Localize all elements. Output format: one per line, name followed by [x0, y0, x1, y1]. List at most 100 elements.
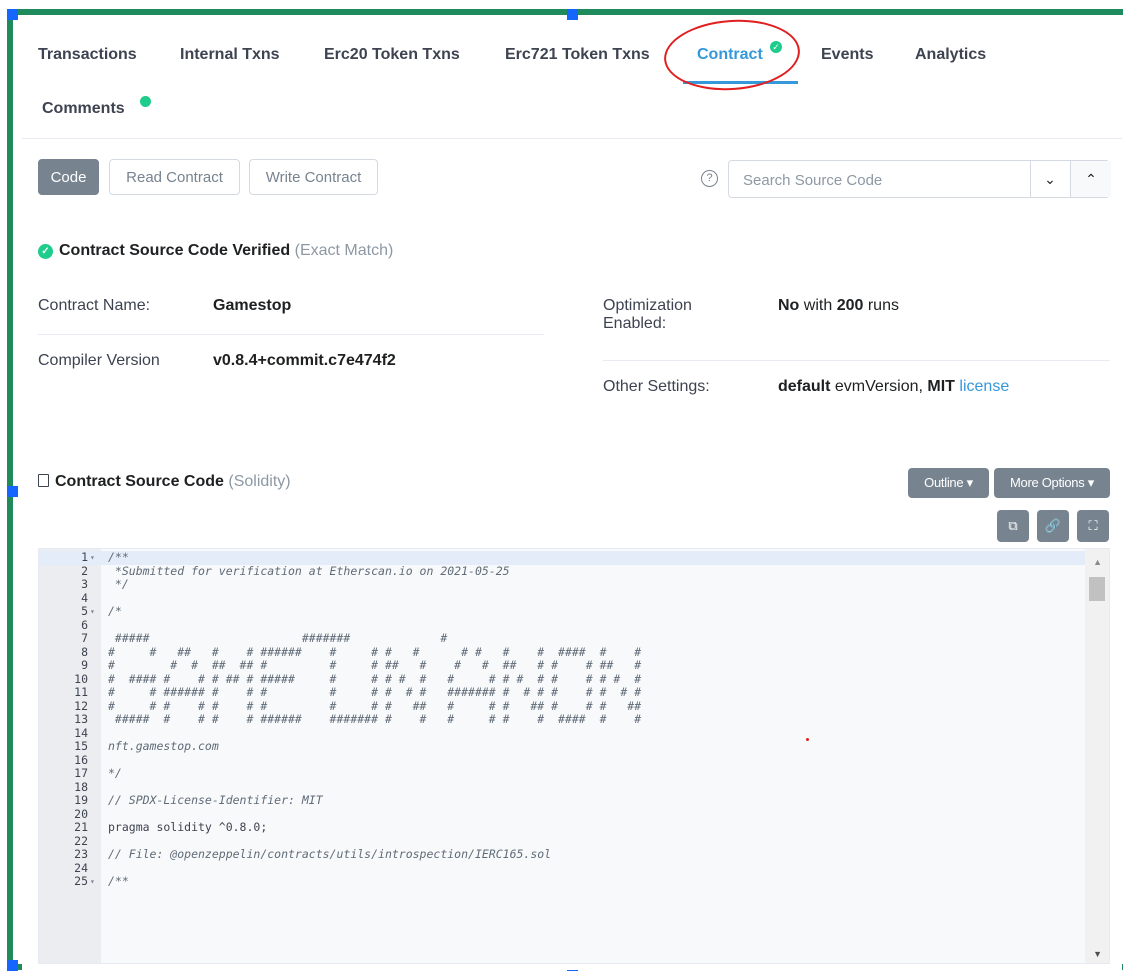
- vertical-scrollbar[interactable]: ▲ ▼: [1085, 549, 1109, 963]
- source-code-title: Contract Source Code (Solidity): [38, 473, 291, 491]
- file-icon: [38, 474, 49, 487]
- red-dot-mark: [806, 738, 809, 741]
- search-input[interactable]: [729, 161, 1045, 199]
- optimization-label: Optimization Enabled:: [603, 297, 692, 333]
- code-line: 22: [39, 833, 1085, 849]
- chevron-down-icon[interactable]: ⌄: [1031, 161, 1069, 197]
- line-number: 3: [81, 577, 88, 591]
- line-number: 11: [74, 685, 88, 699]
- code-line: 15 nft.gamestop.com: [39, 739, 1085, 754]
- line-number: 22: [74, 833, 88, 848]
- code-text: ##### # # # # ###### ####### # # # # # #…: [108, 712, 642, 726]
- more-options-label: More Options: [1010, 475, 1085, 490]
- link-icon[interactable]: 🔗: [1037, 510, 1069, 542]
- fold-arrow-icon[interactable]: ▾: [90, 551, 95, 565]
- code-text: /**: [108, 550, 129, 564]
- comments-notification-dot: [140, 96, 151, 107]
- verified-banner: ✓ Contract Source Code Verified (Exact Ma…: [38, 242, 393, 260]
- code-line: 13 ##### # # # # ###### ####### # # # # …: [39, 712, 1085, 727]
- fold-arrow-icon[interactable]: ▾: [90, 875, 95, 889]
- scroll-up-icon[interactable]: ▲: [1093, 557, 1102, 567]
- line-number: 13: [74, 712, 88, 726]
- code-line: 10 # #### # # # ## # ##### # # # # # # # …: [39, 672, 1085, 687]
- more-options-button[interactable]: More Options ▾: [994, 468, 1110, 498]
- line-number: 2: [81, 563, 88, 578]
- line-number: 6: [81, 617, 88, 632]
- search-source-code: ⌄ ⌃: [728, 160, 1111, 199]
- code-text: // File: @openzeppelin/contracts/utils/i…: [108, 847, 552, 861]
- line-number: 7: [81, 631, 88, 645]
- code-text: pragma solidity ^0.8.0;: [108, 820, 268, 834]
- optimization-runs-word: runs: [867, 297, 899, 314]
- license-link[interactable]: license: [959, 378, 1009, 395]
- code-text: # # ###### # # # # # # # # ####### # # #…: [108, 685, 642, 699]
- code-line: 19 // SPDX-License-Identifier: MIT: [39, 793, 1085, 808]
- code-text: */: [108, 766, 122, 780]
- resize-handle-top-middle[interactable]: [567, 9, 578, 20]
- contract-name-value: Gamestop: [213, 297, 292, 314]
- tab-comments[interactable]: Comments: [42, 100, 125, 118]
- tab-analytics[interactable]: Analytics: [915, 46, 986, 64]
- line-number: 16: [74, 752, 88, 767]
- outline-button[interactable]: Outline ▾: [908, 468, 989, 498]
- tab-erc721-token-txns[interactable]: Erc721 Token Txns: [505, 46, 650, 64]
- line-number: 18: [74, 779, 88, 794]
- code-line: 11 # # ###### # # # # # # # # ####### # #…: [39, 685, 1085, 700]
- chevron-up-icon[interactable]: ⌃: [1070, 161, 1111, 197]
- line-number: 20: [74, 806, 88, 821]
- outline-label: Outline: [924, 475, 964, 490]
- optimization-with: with: [803, 297, 833, 314]
- other-evm: evmVersion,: [834, 378, 923, 395]
- other-mit: MIT: [927, 378, 955, 395]
- code-line: 16: [39, 752, 1085, 768]
- code-line: 6: [39, 617, 1085, 633]
- line-number: 15: [74, 739, 88, 753]
- help-icon[interactable]: ?: [701, 170, 718, 187]
- optimization-value: No with 200 runs: [778, 297, 899, 315]
- fullscreen-icon[interactable]: ⛶: [1077, 510, 1109, 542]
- code-text: # # ## # # ###### # # # # # # # # #### #…: [108, 644, 642, 659]
- code-line: 9 # # # ## ## # # # ## # # # ## # # # ## …: [39, 658, 1085, 673]
- compiler-version-value: v0.8.4+commit.c7e474f2: [213, 352, 396, 369]
- tab-internal-txns[interactable]: Internal Txns: [180, 46, 280, 64]
- caret-down-icon: ▾: [1087, 475, 1095, 490]
- line-number: 1: [81, 550, 88, 564]
- copy-icon[interactable]: ⧉: [997, 510, 1029, 542]
- code-text: # # # # # # # # # # ## # # # ## # # # ##: [108, 698, 642, 713]
- code-text: ##### ####### #: [108, 631, 448, 645]
- code-button[interactable]: Code: [38, 159, 99, 195]
- optimization-label-line2: Enabled:: [603, 315, 667, 332]
- tab-events[interactable]: Events: [821, 46, 873, 64]
- code-line: 12 # # # # # # # # # # ## # # # ## # # # …: [39, 698, 1085, 714]
- compiler-version-label: Compiler Version: [38, 352, 160, 369]
- scrollbar-thumb[interactable]: [1089, 577, 1105, 601]
- resize-handle-bottom-left[interactable]: [7, 960, 18, 971]
- line-number: 25: [74, 874, 88, 888]
- code-line: 24: [39, 861, 1085, 876]
- write-contract-button[interactable]: Write Contract: [249, 159, 378, 195]
- line-number: 12: [74, 698, 88, 713]
- code-line: 18: [39, 779, 1085, 795]
- resize-handle-top-left[interactable]: [7, 9, 18, 20]
- tab-transactions[interactable]: Transactions: [38, 46, 137, 64]
- line-number: 8: [81, 644, 88, 659]
- optimization-runs: 200: [836, 297, 864, 314]
- read-contract-button[interactable]: Read Contract: [109, 159, 240, 195]
- source-code-editor[interactable]: ▲ ▼ 1 ▾/** 2 *Submitted for verification a…: [38, 548, 1110, 964]
- line-number: 21: [74, 820, 88, 834]
- optimization-no: No: [778, 297, 800, 314]
- code-line: 7 ##### ####### #: [39, 631, 1085, 646]
- line-number: 17: [74, 766, 88, 780]
- code-line: 20: [39, 806, 1085, 822]
- optimization-label-line1: Optimization: [603, 297, 692, 314]
- code-line: 8 # # ## # # ###### # # # # # # # # #### …: [39, 644, 1085, 660]
- scroll-down-icon[interactable]: ▼: [1093, 949, 1102, 959]
- tab-erc20-token-txns[interactable]: Erc20 Token Txns: [324, 46, 460, 64]
- code-line: 21 pragma solidity ^0.8.0;: [39, 820, 1085, 835]
- line-number: 19: [74, 793, 88, 807]
- code-text: /*: [108, 604, 122, 618]
- resize-handle-left-middle[interactable]: [7, 486, 18, 497]
- code-line: 2 *Submitted for verification at Ethersc…: [39, 563, 1085, 579]
- other-settings-label: Other Settings:: [603, 378, 710, 395]
- fold-arrow-icon[interactable]: ▾: [90, 605, 95, 619]
